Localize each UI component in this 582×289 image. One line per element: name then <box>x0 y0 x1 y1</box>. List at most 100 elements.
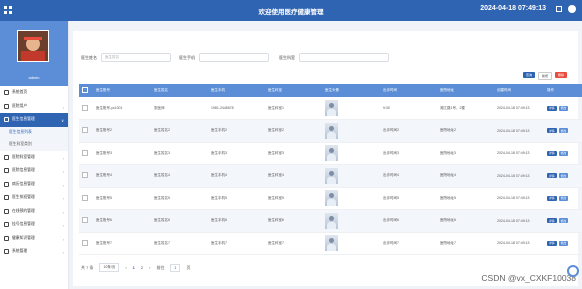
add-button[interactable]: 新增 <box>538 72 553 80</box>
sidebar-item-doctor-info[interactable]: 医生信息管理 ∨ <box>0 113 68 127</box>
content-panel: 医生姓名 医生姓名 医生手机 医生科室 查询 新增 删除 医生账号 医生姓名 医… <box>73 31 582 286</box>
row-checkbox[interactable] <box>82 239 88 246</box>
sidebar-item-label: 医院信息管理 <box>12 168 35 173</box>
search-name-input[interactable]: 医生姓名 <box>101 53 171 62</box>
table-cell: 张医师 <box>154 105 165 110</box>
top-bar: 欢迎使用医疗健康管理 2024-04-18 07:49:13 <box>0 0 582 21</box>
edit-button[interactable]: 修改 <box>558 240 569 246</box>
sidebar-item-home[interactable]: 系统首页 <box>0 86 68 100</box>
goto-unit: 页 <box>186 264 191 270</box>
col-header: 医院地址 <box>440 88 454 92</box>
home-icon <box>4 90 9 96</box>
user-icon[interactable] <box>568 5 576 13</box>
row-checkbox[interactable] <box>82 104 88 111</box>
sidebar-item-system[interactable]: 系统管理 › <box>0 245 68 259</box>
goto-input[interactable]: 1 <box>170 263 181 272</box>
sidebar-item-label: 医生信息管理 <box>12 117 35 122</box>
doctor-photo <box>325 235 338 252</box>
avatar-cell <box>322 142 380 165</box>
avatar-cell <box>322 97 380 120</box>
table-row: 医生账号-yx1001 张医师 1981-2445678 医生科室1 9:30 湘江路1号… <box>79 97 582 120</box>
sidebar-menu: 系统首页 医院用户 › 医生信息管理 ∨ 医生信息列表 医生科室类别 医院科室管理 ›… <box>0 86 68 259</box>
edit-button[interactable]: 修改 <box>558 150 569 156</box>
table-cell: 2024-04-18 07:49:13 <box>497 241 530 246</box>
edit-button[interactable]: 修改 <box>558 173 569 179</box>
select-all-checkbox[interactable] <box>82 87 88 93</box>
search-dept: 医生科室 <box>279 53 389 62</box>
detail-button[interactable]: 详情 <box>547 150 557 156</box>
table-cell: 医生账号5 <box>96 195 112 200</box>
table-row: 医生账号7 医生姓名7 医生手机7 医生科室7 出诊时间7 医院地址7 2024-04-18… <box>79 232 582 255</box>
table-cell: 医生科室2 <box>268 128 284 133</box>
row-checkbox[interactable] <box>82 194 88 201</box>
search-dept-input[interactable] <box>299 53 389 62</box>
next-page-button[interactable]: › <box>149 265 150 270</box>
row-checkbox[interactable] <box>82 217 88 224</box>
table-cell: 医院地址3 <box>440 150 456 155</box>
col-header: 操作 <box>547 88 554 92</box>
tag-icon <box>4 154 9 160</box>
profile-area: admin <box>0 21 68 86</box>
table-row: 医生账号2 医生姓名2 医生手机2 医生科室2 出诊时间2 医院地址2 2024-04-18… <box>79 119 582 143</box>
table-cell: 9:30 <box>383 106 390 110</box>
edit-button[interactable]: 修改 <box>558 218 569 224</box>
row-checkbox[interactable] <box>82 127 88 134</box>
fullscreen-icon[interactable] <box>556 6 562 12</box>
chevron-right-icon: › <box>62 182 64 188</box>
sidebar-item-label: 医生信息列表 <box>9 130 32 134</box>
sidebar-item-hospital-info[interactable]: 医院信息管理 › <box>0 164 68 178</box>
record-icon <box>4 181 9 187</box>
row-checkbox[interactable] <box>82 172 88 179</box>
edit-button[interactable]: 修改 <box>558 195 569 201</box>
col-header: 出诊时间 <box>383 88 397 92</box>
page-button[interactable]: 2 <box>141 265 143 270</box>
table-cell: 出诊时间7 <box>383 240 399 245</box>
detail-button[interactable]: 详情 <box>547 128 557 134</box>
avatar-cell <box>322 210 380 233</box>
search-button[interactable]: 查询 <box>523 72 536 78</box>
sidebar-item-label: 医生科室类别 <box>9 142 32 146</box>
table-cell: 医院地址4 <box>440 173 456 178</box>
table-cell: 医生账号-yx1001 <box>96 105 123 110</box>
sidebar-item-registration[interactable]: 挂号信息管理 › <box>0 218 68 232</box>
clock-icon <box>4 208 9 214</box>
search-phone-input[interactable] <box>199 53 269 62</box>
search-phone-label: 医生手机 <box>179 54 195 60</box>
page-button[interactable]: 1 <box>133 265 135 270</box>
detail-button[interactable]: 详情 <box>547 240 557 246</box>
table-cell: 医生手机4 <box>211 173 227 178</box>
prev-page-button[interactable]: ‹ <box>125 265 126 270</box>
sidebar-item-records[interactable]: 病历信息管理 › <box>0 178 68 192</box>
sidebar-item-schedule[interactable]: 医生排班管理 › <box>0 191 68 205</box>
table-cell: 2024-04-18 07:49:13 <box>497 128 530 133</box>
edit-button[interactable]: 修改 <box>558 128 569 134</box>
table-cell: 医生手机5 <box>211 195 227 200</box>
delete-button[interactable]: 删除 <box>555 72 568 78</box>
table-cell: 医生手机2 <box>211 128 227 133</box>
row-checkbox[interactable] <box>82 149 88 156</box>
doctor-table: 医生账号 医生姓名 医生手机 医生科室 医生头像 出诊时间 医院地址 创建时间 … <box>79 84 582 255</box>
total-count: 共 7 条 <box>81 264 94 270</box>
table-cell: 医生姓名2 <box>154 128 170 133</box>
page-size-select[interactable]: 10条/页 <box>99 263 120 272</box>
sidebar-subitem-doctor-list[interactable]: 医生信息列表 <box>0 126 68 139</box>
detail-button[interactable]: 详情 <box>547 218 557 224</box>
ticket-icon <box>4 222 9 228</box>
doctor-icon <box>4 117 9 123</box>
table-cell: 医生姓名4 <box>154 173 170 178</box>
floating-action-icon[interactable] <box>567 265 579 277</box>
detail-button[interactable]: 详情 <box>547 195 557 201</box>
sidebar-item-hospital-users[interactable]: 医院用户 › <box>0 100 68 114</box>
edit-button[interactable]: 修改 <box>558 105 569 111</box>
table-cell: 2024-04-18 07:49:13 <box>497 151 530 156</box>
table-cell: 医生科室4 <box>268 173 284 178</box>
detail-button[interactable]: 详情 <box>547 173 557 179</box>
avatar-cell <box>322 120 380 143</box>
sidebar-subitem-doctor-dept[interactable]: 医生科室类别 <box>0 138 68 151</box>
col-header: 医生账号 <box>96 88 110 92</box>
sidebar-item-dept-mgmt[interactable]: 医院科室管理 › <box>0 151 68 165</box>
detail-button[interactable]: 详情 <box>547 105 557 111</box>
sidebar-item-appointments[interactable]: 在线预约管理 › <box>0 205 68 219</box>
table-cell: 医生手机3 <box>211 150 227 155</box>
sidebar-item-health-knowledge[interactable]: 健康知识管理 › <box>0 232 68 246</box>
